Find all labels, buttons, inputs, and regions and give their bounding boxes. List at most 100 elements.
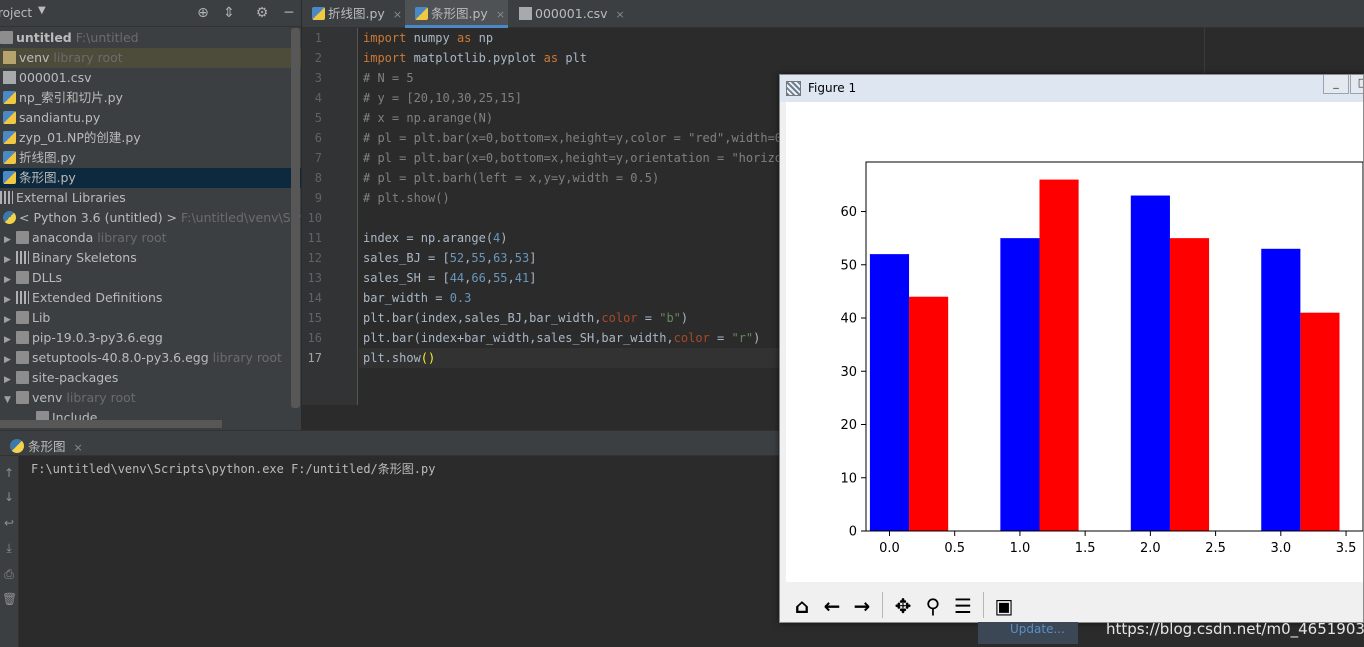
collapsed-arrow-icon[interactable]: ▶ xyxy=(4,310,16,330)
tab-000001-csv[interactable]: 000001.csv × xyxy=(509,0,627,28)
collapsed-arrow-icon[interactable]: ▶ xyxy=(4,270,16,290)
chevron-down-icon[interactable]: ▼ xyxy=(38,5,46,16)
close-icon[interactable]: × xyxy=(615,8,624,21)
collapsed-arrow-icon[interactable]: ▶ xyxy=(4,330,16,350)
crosshair-icon[interactable]: ⊕ xyxy=(194,4,212,22)
tree-item[interactable]: ▶ setuptools-40.8.0-py3.6.egg library root xyxy=(0,348,301,368)
folder-icon xyxy=(16,391,29,404)
minimize-button[interactable]: _ xyxy=(1323,75,1349,94)
home-icon[interactable]: ⌂ xyxy=(788,592,816,620)
line-number: 13 xyxy=(307,271,322,285)
tree-item[interactable]: ▼ venv library root xyxy=(0,388,301,408)
update-link[interactable]: Update... xyxy=(1010,622,1065,636)
tree-item[interactable]: ▶ Lib xyxy=(0,308,301,328)
tree-item[interactable]: External Libraries xyxy=(0,188,301,208)
y-tick-label: 40 xyxy=(840,312,857,327)
bar xyxy=(1300,312,1340,531)
expanded-arrow-icon[interactable]: ▼ xyxy=(4,390,16,410)
line-number: 4 xyxy=(314,91,322,105)
tree-item[interactable]: ▶ anaconda library root xyxy=(0,228,301,248)
collapsed-arrow-icon[interactable]: ▶ xyxy=(4,290,16,310)
tree-scrollbar[interactable] xyxy=(291,28,300,408)
editor-tabs: 折线图.py × 条形图.py × 000001.csv × xyxy=(302,0,1364,28)
bar xyxy=(869,254,910,531)
console-output: F:\untitled\venv\Scripts\python.exe F:/u… xyxy=(31,462,436,476)
gear-icon[interactable]: ⚙ xyxy=(253,4,271,22)
close-icon[interactable]: × xyxy=(74,441,83,454)
tab-label: 折线图.py xyxy=(328,6,385,21)
project-panel-title[interactable]: roject xyxy=(0,6,32,20)
python-file-icon xyxy=(415,7,428,20)
line-number: 10 xyxy=(307,211,322,225)
y-tick-label: 20 xyxy=(840,418,857,433)
tree-horizontal-scrollbar[interactable] xyxy=(0,420,222,428)
soft-wrap-icon[interactable]: ↩ xyxy=(2,516,16,530)
code-line: # plt.show() xyxy=(363,191,450,205)
tab-tiaoxingtu[interactable]: 条形图.py × xyxy=(405,0,508,28)
figure-titlebar[interactable]: Figure 1 _ □ xyxy=(780,75,1363,102)
scroll-to-end-icon[interactable]: ⤓ xyxy=(2,541,16,555)
watermark: https://blog.csdn.net/m0_46519036 xyxy=(1106,620,1364,638)
code-line: # y = [20,10,30,25,15] xyxy=(363,91,522,105)
pan-icon[interactable]: ✥ xyxy=(889,592,917,620)
maximize-button[interactable]: □ xyxy=(1350,75,1363,94)
csv-icon xyxy=(3,71,16,84)
tree-item[interactable]: zyp_01.NP的创建.py xyxy=(0,128,301,148)
close-icon[interactable]: × xyxy=(393,8,402,21)
tree-item-label: pip-19.0.3-py3.6.egg xyxy=(32,330,163,345)
tree-item[interactable]: < Python 3.6 (untitled) > F:\untitled\ven… xyxy=(0,208,301,228)
run-tab[interactable]: 条形图 × xyxy=(10,436,83,455)
python-file-icon xyxy=(312,7,325,20)
tab-zhexiantu[interactable]: 折线图.py × xyxy=(302,0,404,28)
plot-canvas[interactable]: 0 10 20 30 40 50 60 0.0 0.5 1.0 1.5 2.0 2.5 3.0 3.5 xyxy=(786,102,1363,582)
zoom-icon[interactable]: ⚲ xyxy=(919,592,947,620)
tree-item[interactable]: 折线图.py xyxy=(0,148,301,168)
tree-item[interactable]: ▶ pip-19.0.3-py3.6.egg xyxy=(0,328,301,348)
tree-item[interactable]: venv library root xyxy=(0,48,301,68)
tree-item[interactable]: sandiantu.py xyxy=(0,108,301,128)
collapsed-arrow-icon[interactable]: ▶ xyxy=(4,350,16,370)
code-line: sales_SH = [44,66,55,41] xyxy=(363,271,537,285)
collapsed-arrow-icon[interactable]: ▶ xyxy=(4,370,16,390)
tree-item[interactable]: np_索引和切片.py xyxy=(0,88,301,108)
collapsed-arrow-icon[interactable]: ▶ xyxy=(4,250,16,270)
line-number: 3 xyxy=(314,71,322,85)
tree-item-hint: library root xyxy=(66,390,136,405)
py-icon xyxy=(3,131,16,144)
line-number: 14 xyxy=(307,291,322,305)
tree-item-label: Binary Skeletons xyxy=(32,250,137,265)
tree-item[interactable]: untitled F:\untitled xyxy=(0,28,301,48)
x-tick-label: 1.5 xyxy=(1075,541,1096,556)
tree-item[interactable]: 000001.csv xyxy=(0,68,301,88)
collapse-icon[interactable]: ⇕ xyxy=(220,4,238,22)
forward-icon[interactable]: → xyxy=(848,592,876,620)
folder-icon xyxy=(16,311,29,324)
arrow-down-icon[interactable]: ↓ xyxy=(2,490,16,504)
trash-icon[interactable]: 🗑 xyxy=(2,592,17,606)
tree-item[interactable]: 条形图.py xyxy=(0,168,301,188)
line-number: 2 xyxy=(314,51,322,65)
figure-window[interactable]: Figure 1 _ □ 0 10 20 30 40 50 60 0.0 0.5 1.0 1.5 2.… xyxy=(779,74,1364,623)
tree-item[interactable]: ▶ DLLs xyxy=(0,268,301,288)
save-icon[interactable]: ▣ xyxy=(990,592,1018,620)
line-number: 9 xyxy=(314,191,322,205)
hide-icon[interactable]: ─ xyxy=(280,4,298,22)
back-icon[interactable]: ← xyxy=(818,592,846,620)
y-tick-label: 30 xyxy=(840,365,857,380)
bar xyxy=(1130,195,1170,531)
python-icon xyxy=(10,439,24,453)
tree-item[interactable]: ▶ site-packages xyxy=(0,368,301,388)
matplotlib-icon xyxy=(786,81,801,96)
x-tick-label: 0.5 xyxy=(944,541,965,556)
print-icon[interactable]: ⎙ xyxy=(2,567,16,581)
tree-item[interactable]: ▶ Binary Skeletons xyxy=(0,248,301,268)
tree-item-hint: library root xyxy=(53,50,123,65)
tree-item[interactable]: ▶ Extended Definitions xyxy=(0,288,301,308)
arrow-up-icon[interactable]: ↑ xyxy=(2,466,16,480)
x-tick-label: 3.5 xyxy=(1336,541,1357,556)
close-icon[interactable]: × xyxy=(496,8,505,21)
csv-file-icon xyxy=(519,7,532,20)
collapsed-arrow-icon[interactable]: ▶ xyxy=(4,230,16,250)
run-side-toolbar: ↑ ↓ ↩ ⤓ ⎙ 🗑 xyxy=(0,456,19,647)
configure-icon[interactable]: ☰ xyxy=(949,592,977,620)
